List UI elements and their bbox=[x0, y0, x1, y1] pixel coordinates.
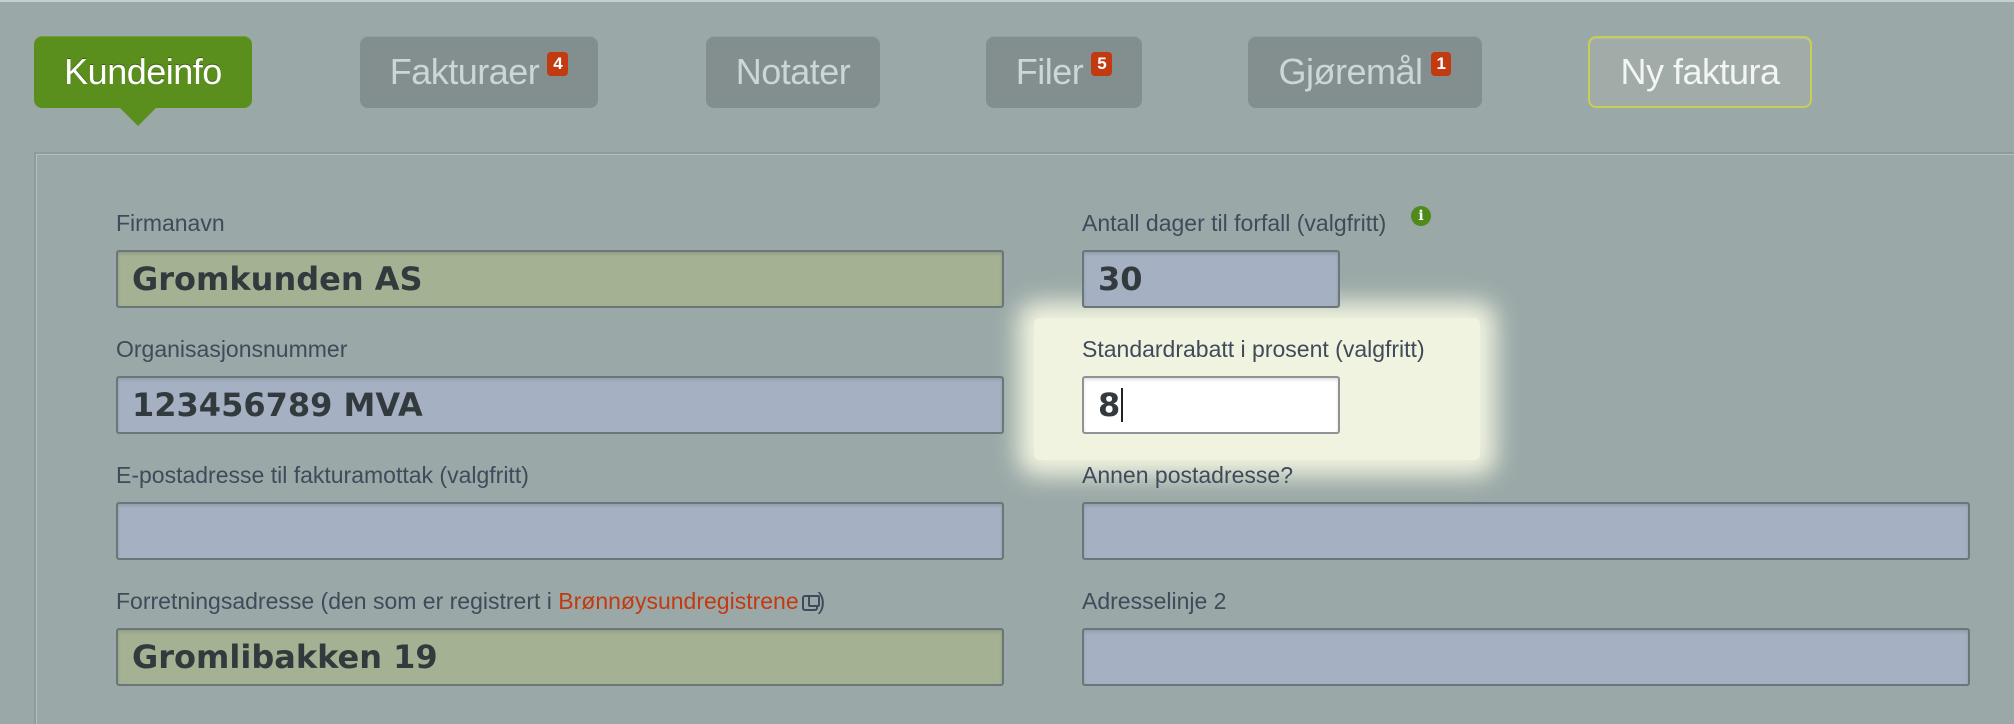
tab-fakturaer-badge: 4 bbox=[547, 52, 569, 76]
epost-label: E-postadresse til fakturamottak (valgfri… bbox=[116, 462, 529, 488]
tab-fakturaer[interactable]: Fakturaer 4 bbox=[360, 36, 598, 108]
forfall-label: Antall dager til forfall (valgfritt) bbox=[1082, 210, 1387, 236]
adresselinje2-field[interactable] bbox=[1082, 628, 1970, 686]
postadresse-field[interactable] bbox=[1082, 502, 1970, 560]
forfall-field[interactable]: 30 bbox=[1082, 250, 1340, 308]
bronnoysund-link[interactable]: Brønnøysundregistrene bbox=[558, 588, 798, 614]
orgnr-field[interactable]: 123456789 MVA bbox=[116, 376, 1004, 434]
tab-fakturaer-label: Fakturaer bbox=[389, 51, 540, 92]
external-link-icon bbox=[801, 595, 820, 611]
adresselinje2-label: Adresselinje 2 bbox=[1082, 588, 1227, 614]
tab-ny-faktura-label: Ny faktura bbox=[1620, 51, 1780, 92]
tab-filer-badge: 5 bbox=[1091, 52, 1113, 76]
info-icon[interactable]: i bbox=[1411, 206, 1431, 226]
tab-kundeinfo[interactable]: Kundeinfo bbox=[34, 36, 252, 126]
tab-kundeinfo-label: Kundeinfo bbox=[64, 51, 222, 92]
epost-field[interactable] bbox=[116, 502, 1004, 560]
tab-filer[interactable]: Filer 5 bbox=[986, 36, 1142, 108]
forretningsadresse-field[interactable]: Gromlibakken 19 bbox=[116, 628, 1004, 686]
orgnr-label: Organisasjonsnummer bbox=[116, 336, 348, 362]
top-border bbox=[0, 0, 2014, 2]
tab-notater[interactable]: Notater bbox=[706, 36, 880, 108]
tab-ny-faktura[interactable]: Ny faktura bbox=[1588, 36, 1812, 108]
tab-filer-label: Filer bbox=[1015, 51, 1084, 92]
rabatt-label: Standardrabatt i prosent (valgfritt) bbox=[1082, 336, 1425, 362]
text-caret bbox=[1121, 388, 1124, 422]
tab-notater-label: Notater bbox=[735, 51, 851, 92]
firmanavn-field[interactable]: Gromkunden AS bbox=[116, 250, 1004, 308]
forretningsadresse-label: Forretningsadresse (den som er registrer… bbox=[116, 588, 825, 615]
active-tab-pointer bbox=[120, 108, 156, 126]
tab-gjoremal-badge: 1 bbox=[1430, 52, 1452, 76]
rabatt-value: 8 bbox=[1098, 386, 1121, 424]
forretningsadresse-label-prefix: Forretningsadresse (den som er registrer… bbox=[116, 588, 559, 614]
tab-gjoremal[interactable]: Gjøremål 1 bbox=[1248, 36, 1482, 108]
tab-gjoremal-label: Gjøremål bbox=[1278, 51, 1424, 92]
firmanavn-label: Firmanavn bbox=[116, 210, 225, 236]
postadresse-label: Annen postadresse? bbox=[1082, 462, 1293, 488]
rabatt-field[interactable]: 8 bbox=[1082, 376, 1340, 434]
